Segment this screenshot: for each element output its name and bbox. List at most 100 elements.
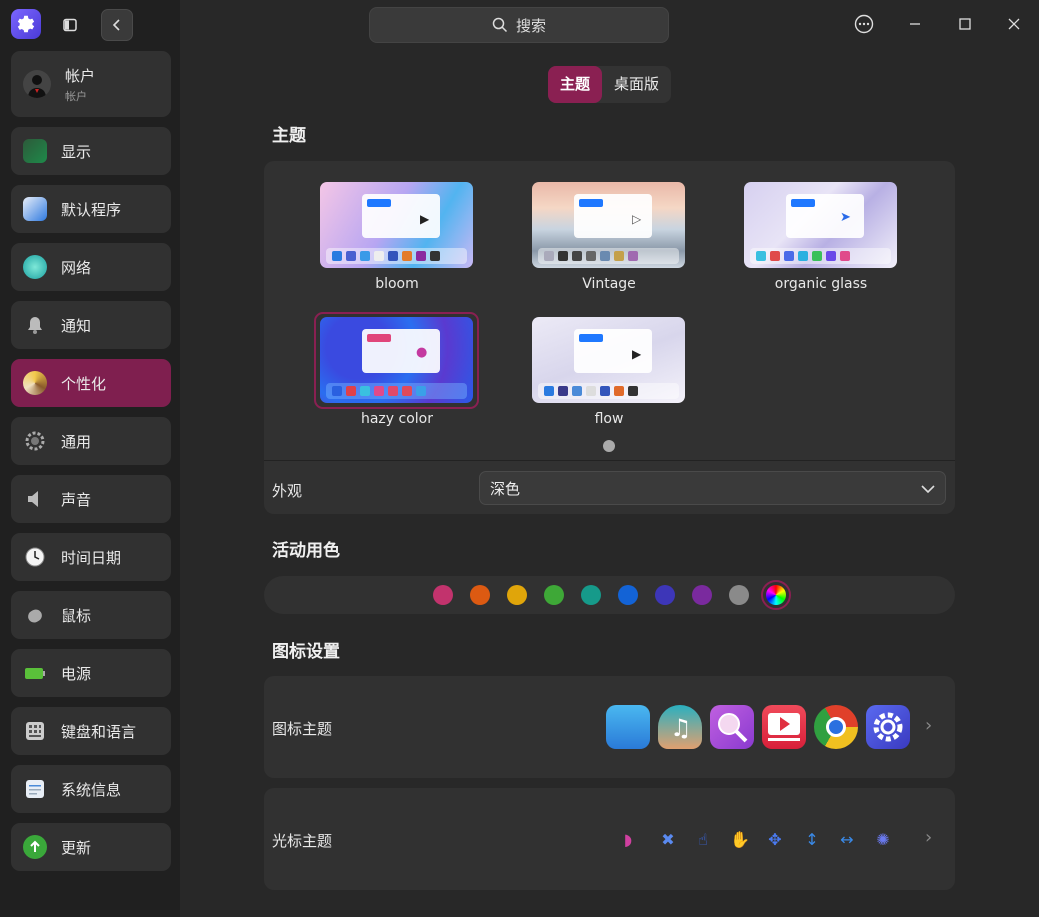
keyboard-icon [23,719,47,743]
accent-swatch-green[interactable] [544,585,564,605]
sidebar-item-label: 电源 [61,664,92,683]
speaker-icon [23,487,47,511]
more-menu-button[interactable] [849,9,879,39]
sidebar-item-update[interactable]: 更新 [11,823,171,871]
settings-window: 帐户 帐户 显示 默认程序 网络 通知 个性化 通用 声音 时间日期 鼠标 电源… [0,0,1039,917]
personalization-icon [23,371,47,395]
theme-vintage-preview[interactable]: ▷ [532,182,685,268]
icon-theme-label: 图标主题 [272,720,333,738]
chrome-icon [814,705,858,749]
accent-swatch-pink[interactable] [433,585,453,605]
settings-gear-icon [866,705,910,749]
chevron-down-icon [921,485,935,494]
accent-swatch-blue[interactable] [618,585,638,605]
theme-name: organic glass [774,276,868,292]
window-preview: ▶ [362,194,440,238]
window-preview: ▶ [574,329,652,373]
sidebar-item-label: 鼠标 [61,606,92,625]
chevron-right-icon: › [925,715,933,736]
clock-icon [23,545,47,569]
sidebar-item-label: 显示 [61,142,92,161]
file-manager-icon [606,705,650,749]
page-indicator[interactable] [603,440,615,452]
dock-preview [750,248,891,264]
network-icon [23,255,47,279]
account-title: 帐户 [65,66,96,85]
resize-vertical-cursor-icon: ↕ [805,829,819,849]
sidebar-item-notifications[interactable]: 通知 [11,301,171,349]
battery-icon [23,661,47,685]
search-input[interactable]: 搜索 [369,7,669,43]
minimize-button[interactable] [900,9,930,39]
sidebar-item-label: 通用 [61,432,92,451]
sidebar-item-label: 个性化 [61,374,107,393]
sidebar-item-personalization[interactable]: 个性化 [11,359,171,407]
appearance-select[interactable]: 深色 [479,471,946,505]
theme-organic-glass-preview[interactable]: ➤ [744,182,897,268]
maximize-button[interactable] [950,9,980,39]
avatar [23,70,51,98]
info-icon [23,777,47,801]
sidebar-item-keyboard[interactable]: 键盘和语言 [11,707,171,755]
accent-color-bar [264,576,955,614]
theme-section-title: 主题 [272,126,306,146]
video-player-icon [762,705,806,749]
theme-flow-preview[interactable]: ▶ [532,317,685,403]
sidebar-item-label: 通知 [61,316,92,335]
accent-swatch-purple[interactable] [692,585,712,605]
window-preview: ● [362,329,440,373]
sidebar-item-system-info[interactable]: 系统信息 [11,765,171,813]
sidebar-item-mouse[interactable]: 鼠标 [11,591,171,639]
settings-app-icon [11,9,41,39]
close-button[interactable] [999,9,1029,39]
search-icon [492,17,508,33]
sidebar-item-general[interactable]: 通用 [11,417,171,465]
sidebar-item-power[interactable]: 电源 [11,649,171,697]
maximize-icon [959,18,971,30]
theme-name: flow [594,411,624,427]
sidebar-panel-icon [63,18,77,32]
sidebar-item-display[interactable]: 显示 [11,127,171,175]
sidebar-toggle-button[interactable] [54,9,86,41]
sidebar-item-sound[interactable]: 声音 [11,475,171,523]
sidebar-item-account[interactable]: 帐户 帐户 [11,51,171,117]
accent-swatch-gray[interactable] [729,585,749,605]
default-apps-icon [23,197,47,221]
sidebar-item-network[interactable]: 网络 [11,243,171,291]
theme-name: Vintage [582,276,636,292]
sidebar-item-default-apps[interactable]: 默认程序 [11,185,171,233]
theme-hazy-color-preview[interactable]: ● [320,317,473,403]
chevron-left-icon [112,19,120,31]
back-button[interactable] [101,9,133,41]
sidebar-item-label: 默认程序 [61,200,122,219]
search-label: 搜索 [515,16,546,35]
appearance-label: 外观 [272,482,303,500]
music-icon: ♫ [658,705,702,749]
theme-bloom-preview[interactable]: ▶ [320,182,473,268]
cursor-theme-label: 光标主题 [272,832,333,850]
accent-swatch-yellow[interactable] [507,585,527,605]
accent-swatch-multicolor[interactable] [766,585,786,605]
grab-cursor-icon: ✋ [730,829,750,849]
account-subtitle: 帐户 [65,89,87,103]
bell-icon [23,313,47,337]
accent-swatch-teal[interactable] [581,585,601,605]
close-icon [1008,18,1020,30]
divider [264,460,955,461]
dock-preview [326,248,467,264]
tab-desktop[interactable]: 桌面版 [602,66,671,103]
mouse-icon [23,603,47,627]
busy-cursor-icon: ✺ [876,829,890,849]
tab-theme[interactable]: 主题 [548,66,603,103]
update-icon [23,835,47,859]
accent-swatch-indigo[interactable] [655,585,675,605]
resize-horizontal-cursor-icon: ↔ [840,829,854,849]
window-preview: ▷ [574,194,652,238]
tab-bar: 主题 桌面版 [548,66,672,103]
search-app-icon [710,705,754,749]
cross-cursor-icon: ✖ [661,829,675,849]
chevron-right-icon: › [925,827,933,848]
accent-swatch-orange[interactable] [470,585,490,605]
sidebar-item-datetime[interactable]: 时间日期 [11,533,171,581]
theme-name: hazy color [360,411,433,427]
